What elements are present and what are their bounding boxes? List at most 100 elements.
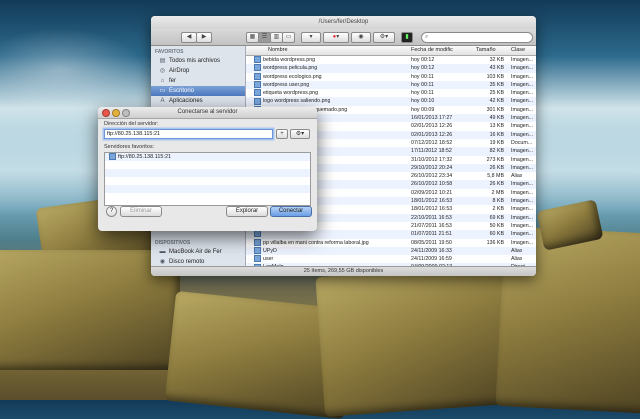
arrange-button[interactable]: ▾ (301, 32, 321, 43)
cell-date: 24/11/2009 16:33 (411, 247, 452, 254)
cell-name: etiqueta wordpress.png (254, 89, 318, 97)
laptop-icon: ▬ (159, 248, 166, 255)
view-options-button[interactable]: ◉ (351, 32, 371, 43)
help-button[interactable]: ? (106, 206, 117, 217)
cell-date: 17/11/2012 18:52 (411, 148, 452, 155)
cell-date: 02/01/2013 12:26 (411, 131, 453, 138)
column-size-header[interactable]: Tamaño (476, 46, 496, 55)
search-field[interactable]: ⌕ (421, 32, 533, 43)
forward-button[interactable]: ▶ (196, 32, 212, 43)
finder-toolbar: ◀ ▶ ▦ ☰ ▥ ▭ ▾ ●▾ ◉ ⚙▾ ▮ ⌕ (151, 29, 536, 46)
wallpaper-rock (315, 263, 525, 417)
window-controls (102, 109, 130, 117)
recent-servers-button[interactable]: ⚙▾ (290, 129, 310, 139)
favorite-server-item[interactable]: ftp://80.25.138.115:21 (105, 153, 310, 161)
sidebar-item-airdrop[interactable]: ◎ AirDrop (151, 66, 245, 76)
cell-kind: Imagen... (511, 148, 534, 155)
coverflow-view-button[interactable]: ▭ (282, 32, 295, 43)
list-empty-row (105, 161, 310, 169)
cell-kind: Docum... (511, 139, 533, 146)
cell-date: 16/01/2013 17:27 (411, 115, 453, 122)
file-icon (254, 230, 261, 238)
table-row[interactable]: user 24/11/2009 16:59 Alias (246, 255, 536, 263)
cell-date: 01/07/2011 21:51 (411, 231, 452, 238)
server-address-input[interactable]: ftp://80.25.138.115:21 (104, 129, 273, 139)
cell-size: 50 KB (489, 222, 504, 229)
sidebar-item-macbook[interactable]: ▬ MacBook Air de Fer (151, 247, 245, 257)
table-row[interactable]: logo wordpress saliendo.png hoy 00:10 42 K… (246, 97, 536, 106)
cell-kind: Imagen... (511, 73, 534, 80)
cell-name: bebida wordpress.png (254, 56, 315, 64)
search-icon: ⌕ (425, 34, 429, 40)
sidebar-item-applications[interactable]: A Aplicaciones (151, 96, 245, 106)
cell-kind: Imagen... (511, 131, 534, 138)
cell-name: logo wordpress saliendo.png (254, 97, 330, 105)
column-kind-header[interactable]: Clase (511, 46, 525, 55)
cell-name: user (254, 255, 273, 263)
cell-kind: Imagen... (511, 57, 534, 63)
cell-size: 19 KB (489, 139, 504, 146)
server-address-label: Dirección del servidor: (104, 121, 159, 127)
table-row[interactable]: 01/07/2011 21:51 60 KB Imagen... (246, 230, 536, 239)
action-button[interactable]: ●▾ (323, 32, 349, 43)
file-icon (254, 97, 261, 105)
desktop-icon: ▭ (159, 87, 166, 94)
table-row[interactable]: pp villalba en mani contra reforma labor… (246, 238, 536, 247)
cell-date: 24/11/2009 16:59 (411, 256, 452, 263)
table-row[interactable]: wordpress pelicula.png hoy 00:12 43 KB Imag… (246, 64, 536, 73)
favorites-header: FAVORITOS (155, 49, 184, 55)
sidebar-item-all-files[interactable]: ▤ Todos mis archivos (151, 56, 245, 66)
cell-size: 2 KB (492, 206, 504, 213)
minimize-icon[interactable] (112, 109, 120, 117)
dialog-titlebar[interactable]: Conectarse al servidor (98, 107, 317, 119)
airdrop-icon: ◎ (159, 67, 166, 74)
close-icon[interactable] (102, 109, 110, 117)
cell-size: 26 KB (489, 164, 504, 171)
cell-kind: Imagen... (511, 98, 534, 105)
cell-size: 43 KB (489, 65, 504, 72)
connect-button[interactable]: Conectar (270, 206, 312, 217)
cell-size: 49 KB (489, 115, 504, 122)
cell-size: 5,8 MB (487, 173, 504, 180)
table-row[interactable]: wordpress ecologico.png hoy 00:11 103 KB Im… (246, 72, 536, 81)
cell-kind: Imagen... (511, 222, 534, 229)
cell-date: 02/01/2013 12:26 (411, 123, 453, 130)
cell-kind: Alias (511, 247, 523, 254)
cell-size: 8 KB (492, 198, 504, 205)
cell-date: hoy 00:11 (411, 73, 434, 80)
list-empty-row (105, 177, 310, 185)
cell-size: 16 KB (489, 131, 504, 138)
finder-titlebar[interactable]: /Users/fer/Desktop (151, 16, 536, 29)
column-date-header[interactable]: Fecha de modific (411, 46, 453, 55)
table-row[interactable]: etiqueta wordpress.png hoy 00:11 25 KB Imag… (246, 89, 536, 97)
cell-size: 60 KB (489, 231, 504, 238)
add-favorite-button[interactable]: + (276, 129, 288, 139)
sidebar-item-home[interactable]: ⌂ fer (151, 76, 245, 86)
cell-size: 13 KB (489, 123, 504, 130)
terminal-icon[interactable]: ▮ (401, 32, 413, 43)
remove-button[interactable]: Eliminar (120, 206, 162, 217)
cell-name: wordpress ecologico.png (254, 72, 322, 81)
table-row[interactable]: UPyD 24/11/2009 16:33 Alias (246, 246, 536, 256)
cell-kind: Imagen... (511, 214, 534, 221)
cell-kind: Imagen... (511, 181, 534, 188)
column-name-header[interactable]: Nombre (268, 46, 288, 55)
cell-kind: Imagen... (511, 231, 534, 238)
record-icon: ● (332, 34, 337, 40)
home-icon: ⌂ (160, 77, 165, 84)
file-icon (254, 255, 261, 263)
server-icon (109, 153, 116, 161)
cell-date: hoy 00:12 (411, 57, 435, 63)
cell-kind: Imagen... (511, 65, 534, 72)
back-button[interactable]: ◀ (181, 32, 197, 43)
cell-kind: Imagen... (511, 106, 534, 113)
list-empty-row (105, 185, 310, 193)
favorite-servers-list: ftp://80.25.138.115:21 (104, 152, 311, 206)
sidebar-item-desktop[interactable]: ▭ Escritorio (151, 86, 245, 96)
zoom-icon[interactable] (122, 109, 130, 117)
browse-button[interactable]: Explorar (226, 206, 268, 217)
table-row[interactable]: wordpress user.png hoy 00:11 35 KB Imagen..… (246, 80, 536, 90)
file-list-header: Nombre Fecha de modific Tamaño Clase (246, 46, 536, 56)
table-row[interactable]: bebida wordpress.png hoy 00:12 32 KB Imagen… (246, 56, 536, 64)
gear-menu-button[interactable]: ⚙▾ (373, 32, 395, 43)
